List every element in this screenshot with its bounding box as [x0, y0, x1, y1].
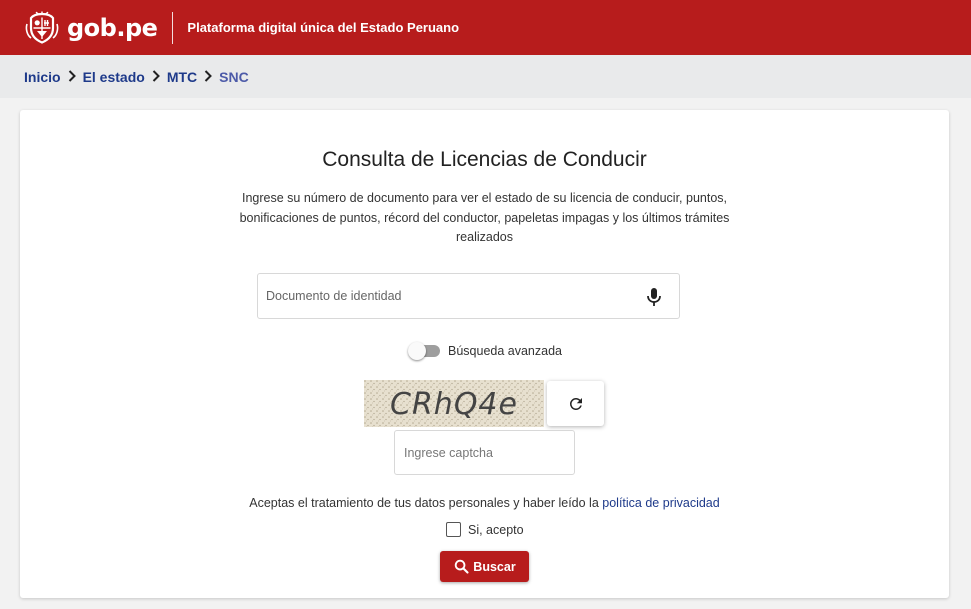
- search-button-label: Buscar: [473, 559, 516, 574]
- breadcrumb-item-mtc[interactable]: MTC: [167, 69, 197, 85]
- breadcrumb: Inicio El estado MTC SNC: [0, 55, 971, 98]
- consent-statement: Aceptas el tratamiento de tus datos pers…: [249, 496, 599, 510]
- chevron-right-icon: [145, 68, 167, 86]
- page-description: Ingrese su número de documento para ver …: [239, 191, 730, 244]
- captcha-input[interactable]: [395, 431, 570, 474]
- search-icon: [455, 559, 469, 574]
- accept-consent[interactable]: Si, acepto: [446, 522, 524, 537]
- breadcrumb-item-snc: SNC: [219, 68, 249, 85]
- header-bar: gob.pe Plataforma digital única del Esta…: [0, 0, 971, 55]
- gobpe-logo[interactable]: gob.pe: [25, 11, 158, 45]
- advanced-search-label: Búsqueda avanzada: [448, 344, 562, 358]
- refresh-captcha-button[interactable]: [547, 381, 604, 426]
- consent-text: Aceptas el tratamiento de tus datos pers…: [20, 496, 949, 510]
- refresh-icon: [569, 397, 582, 410]
- document-field: [257, 273, 680, 319]
- peru-coat-of-arms-icon: [25, 11, 59, 44]
- platform-title: Plataforma digital única del Estado Peru…: [187, 20, 460, 35]
- logo-text: gob.pe: [67, 13, 158, 42]
- microphone-icon[interactable]: [645, 287, 663, 307]
- advanced-search-toggle[interactable]: [408, 342, 442, 360]
- accept-label: Si, acepto: [468, 522, 524, 537]
- chevron-right-icon: [61, 68, 83, 86]
- document-input[interactable]: [258, 276, 628, 316]
- breadcrumb-item-el-estado[interactable]: El estado: [83, 69, 145, 85]
- header-divider: [172, 11, 174, 44]
- search-button[interactable]: Buscar: [440, 551, 529, 582]
- privacy-policy-link[interactable]: política de privacidad: [602, 496, 719, 510]
- captcha-field: [394, 430, 575, 475]
- captcha-image: CRhQ4e: [364, 380, 544, 427]
- accept-checkbox[interactable]: [446, 522, 461, 537]
- page-title: Consulta de Licencias de Conducir: [322, 148, 647, 171]
- breadcrumb-item-inicio[interactable]: Inicio: [24, 69, 61, 85]
- consulta-card: Consulta de Licencias de Conducir Ingres…: [20, 110, 949, 598]
- advanced-search: Búsqueda avanzada: [408, 342, 562, 360]
- captcha-text: CRhQ4e: [390, 387, 518, 422]
- chevron-right-icon: [197, 68, 219, 86]
